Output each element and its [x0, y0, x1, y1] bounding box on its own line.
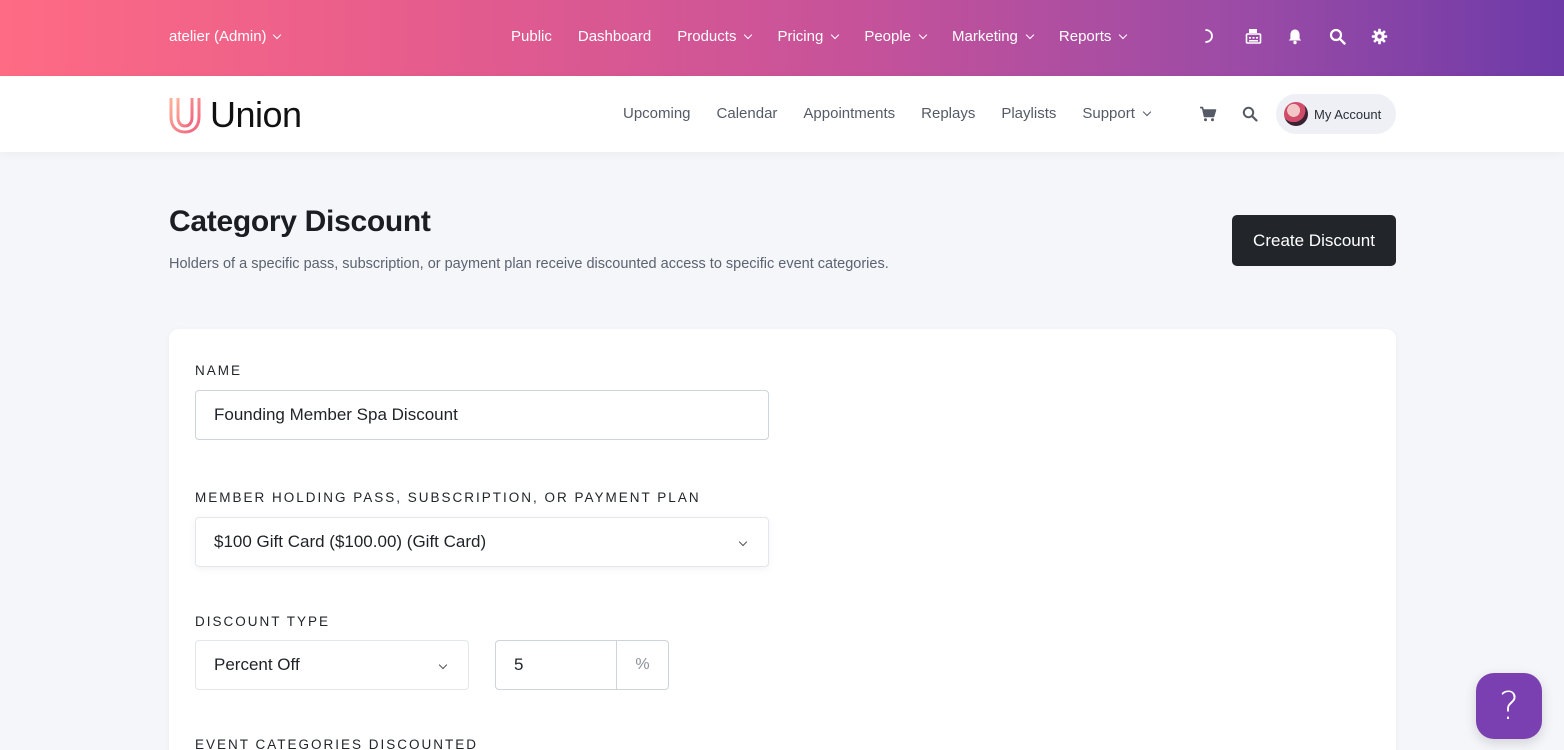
chevron-down-icon — [272, 30, 281, 39]
site-nav-label: Appointments — [803, 105, 896, 122]
site-nav-calendar[interactable]: Calendar — [717, 105, 778, 122]
site-nav-upcoming[interactable]: Upcoming — [623, 105, 691, 122]
admin-nav: Public Dashboard Products Pricing People… — [511, 28, 1152, 45]
site-nav-label: Calendar — [716, 105, 778, 122]
site-header: Union Upcoming Calendar Appointments Rep… — [0, 76, 1564, 152]
admin-bar: atelier (Admin) Public Dashboard Product… — [0, 0, 1564, 76]
site-nav: Upcoming Calendar Appointments Replays P… — [623, 105, 1176, 122]
admin-nav-people[interactable]: People — [864, 28, 928, 45]
admin-icons — [1202, 26, 1388, 46]
admin-nav-label: Public — [511, 28, 552, 45]
chevron-down-icon — [744, 30, 753, 39]
admin-nav-label: Pricing — [777, 28, 824, 45]
admin-nav-pricing[interactable]: Pricing — [777, 28, 840, 45]
admin-nav-label: Marketing — [952, 28, 1018, 45]
help-button[interactable]: ? — [1476, 673, 1542, 739]
site-nav-support[interactable]: Support — [1082, 105, 1152, 122]
brand-logo[interactable]: Union — [168, 94, 302, 136]
discount-type-select[interactable]: Percent Off — [195, 640, 469, 690]
admin-nav-dashboard[interactable]: Dashboard — [578, 28, 651, 45]
admin-nav-public[interactable]: Public — [511, 28, 552, 45]
bell-icon[interactable] — [1286, 26, 1304, 46]
chevron-down-icon — [1119, 30, 1128, 39]
my-account-label: My Account — [1314, 106, 1382, 122]
avatar — [1284, 102, 1308, 126]
header-icons — [1199, 104, 1259, 124]
chevron-down-icon — [918, 30, 928, 39]
site-nav-replays[interactable]: Replays — [921, 105, 975, 122]
discount-amount-input[interactable]: 5 — [495, 640, 617, 690]
discount-amount-value: 5 — [514, 655, 524, 674]
name-label: NAME — [195, 363, 243, 378]
brand-name: Union — [210, 94, 302, 135]
chevron-down-icon — [738, 537, 748, 547]
admin-nav-label: Dashboard — [577, 28, 652, 45]
search-icon[interactable] — [1241, 104, 1259, 124]
page-subtitle: Holders of a specific pass, subscription… — [169, 256, 889, 272]
loading-icon[interactable] — [1202, 26, 1220, 46]
chevron-down-icon — [831, 30, 840, 39]
event-categories-label: EVENT CATEGORIES DISCOUNTED — [195, 737, 479, 750]
site-nav-label: Replays — [921, 105, 976, 122]
admin-nav-marketing[interactable]: Marketing — [952, 28, 1035, 45]
discount-form-card: NAME Founding Member Spa Discount MEMBER… — [169, 329, 1396, 750]
site-nav-label: Playlists — [1001, 105, 1057, 122]
org-switcher-label: atelier (Admin) — [169, 28, 267, 45]
search-icon[interactable] — [1328, 26, 1346, 46]
name-input-value: Founding Member Spa Discount — [214, 405, 458, 424]
chevron-down-icon — [1025, 30, 1035, 39]
discount-type-label: DISCOUNT TYPE — [195, 614, 331, 629]
chevron-down-icon — [438, 660, 448, 670]
page-title: Category Discount — [169, 205, 431, 238]
name-input[interactable]: Founding Member Spa Discount — [195, 390, 769, 440]
org-switcher[interactable]: atelier (Admin) — [169, 28, 281, 45]
admin-nav-reports[interactable]: Reports — [1058, 28, 1128, 45]
percent-addon: % — [616, 640, 669, 690]
create-discount-button[interactable]: Create Discount — [1232, 215, 1396, 266]
union-logo-icon — [169, 98, 201, 134]
site-nav-appointments[interactable]: Appointments — [803, 105, 895, 122]
site-nav-playlists[interactable]: Playlists — [1001, 105, 1056, 122]
my-account-button[interactable]: My Account — [1276, 94, 1396, 134]
member-plan-select[interactable]: $100 Gift Card ($100.00) (Gift Card) — [195, 517, 769, 567]
gear-icon[interactable] — [1370, 26, 1388, 46]
register-icon[interactable] — [1244, 26, 1262, 46]
discount-type-select-value: Percent Off — [214, 655, 300, 674]
site-nav-label: Support — [1082, 105, 1135, 122]
site-nav-label: Upcoming — [623, 105, 691, 122]
admin-nav-label: Products — [677, 28, 737, 45]
admin-nav-label: Reports — [1058, 28, 1112, 45]
admin-nav-products[interactable]: Products — [677, 28, 753, 45]
admin-nav-label: People — [864, 28, 912, 45]
chevron-down-icon — [1142, 107, 1152, 116]
member-label: MEMBER HOLDING PASS, SUBSCRIPTION, OR PA… — [195, 490, 701, 505]
member-plan-select-value: $100 Gift Card ($100.00) (Gift Card) — [214, 532, 487, 551]
cart-icon[interactable] — [1199, 104, 1217, 124]
